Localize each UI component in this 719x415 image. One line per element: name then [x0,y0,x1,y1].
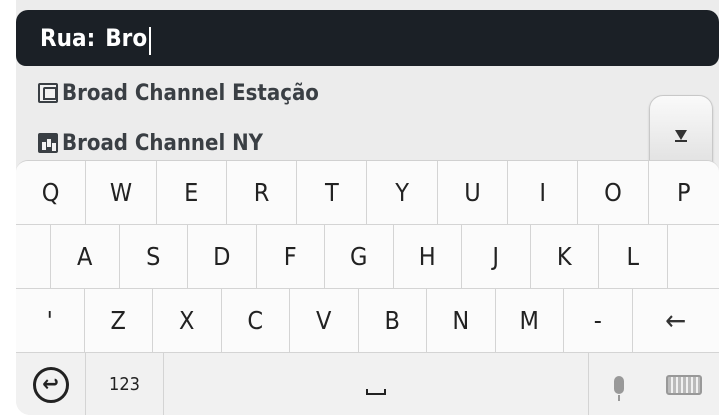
back-icon: ↩ [32,366,69,403]
result-text: Broad Channel NY [62,130,263,156]
key-u[interactable]: U [437,161,509,225]
key-w[interactable]: W [86,161,157,225]
keyboard-layout-key[interactable] [649,353,719,415]
backspace-icon: ← [665,304,687,337]
key-i[interactable]: I [508,161,579,225]
train-station-icon [38,83,58,103]
key-spacer [667,225,719,289]
key-k[interactable]: K [530,225,599,289]
key-s[interactable]: S [119,225,188,289]
keyboard-row-2: A S D F G H J K L [16,225,719,289]
key-apostrophe[interactable]: ' [16,289,85,353]
result-text: Broad Channel Estação [62,80,319,106]
key-spacer [16,225,51,289]
key-hyphen[interactable]: - [564,289,633,353]
key-g[interactable]: G [325,225,394,289]
key-p[interactable]: P [648,161,719,225]
numbers-key[interactable]: 123 [86,353,164,415]
key-v[interactable]: V [290,289,359,353]
voice-input-key[interactable] [589,353,649,415]
key-b[interactable]: B [358,289,427,353]
key-e[interactable]: E [156,161,227,225]
keyboard-row-1: Q W E R T Y U I O P [16,161,719,225]
key-a[interactable]: A [51,225,120,289]
key-m[interactable]: M [495,289,564,353]
result-item[interactable]: Broad Channel Estação [38,78,638,108]
street-field-label: Rua: [40,24,96,52]
street-search-bar[interactable]: Rua: Bro [16,10,719,66]
key-q[interactable]: Q [16,161,87,225]
keyboard-layout-icon [666,374,702,395]
backspace-key[interactable]: ← [632,289,719,353]
key-j[interactable]: J [462,225,531,289]
key-l[interactable]: L [599,225,668,289]
key-h[interactable]: H [393,225,462,289]
result-item[interactable]: Broad Channel NY [38,128,638,158]
keyboard-row-3: ' Z X C V B N M - ← [16,289,719,353]
street-input-value[interactable]: Bro [105,24,147,52]
key-y[interactable]: Y [367,161,438,225]
key-c[interactable]: C [221,289,290,353]
key-r[interactable]: R [226,161,298,225]
key-d[interactable]: D [188,225,257,289]
keyboard-row-4: ↩ 123 [16,353,719,415]
key-z[interactable]: Z [84,289,153,353]
key-o[interactable]: O [578,161,649,225]
city-icon [38,133,58,153]
key-n[interactable]: N [427,289,496,353]
navigation-screen: Rua: Bro Broad Channel Estação Broad Cha… [16,0,719,415]
space-key[interactable] [164,353,589,415]
microphone-icon [614,375,624,401]
key-x[interactable]: X [153,289,222,353]
key-t[interactable]: T [297,161,368,225]
onscreen-keyboard: Q W E R T Y U I O P A S D F G H J K L ' … [16,160,719,415]
back-key[interactable]: ↩ [16,353,86,415]
scroll-down-icon [675,130,687,142]
space-icon [366,388,386,395]
text-cursor [149,27,152,55]
key-f[interactable]: F [256,225,325,289]
